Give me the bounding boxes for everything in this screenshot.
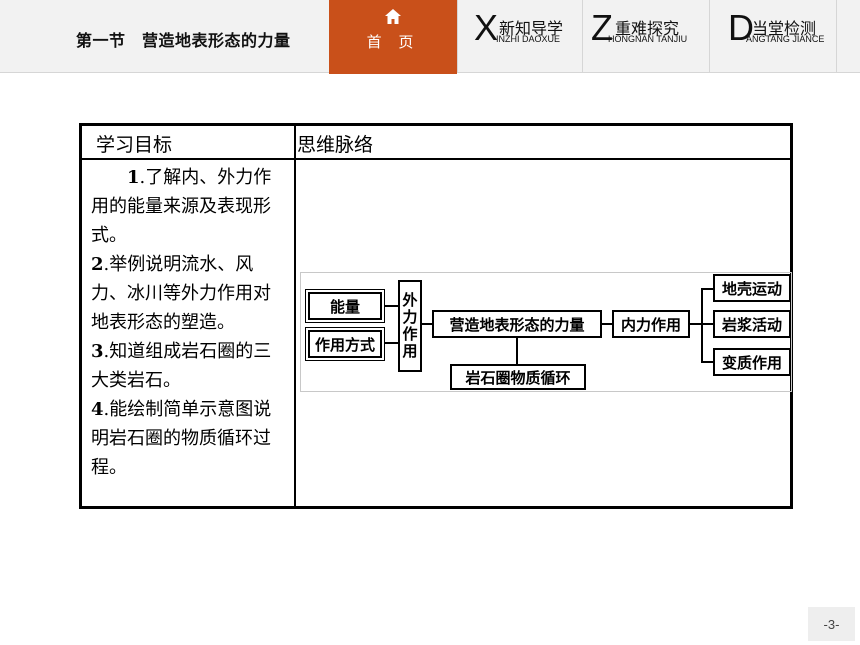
- node-crust-movement: 地壳运动: [713, 274, 791, 302]
- home-icon: [385, 9, 401, 24]
- tab-pinyin: HONGNAN TANJIU: [608, 34, 688, 44]
- objectives-header: 学习目标: [96, 134, 173, 156]
- tab-pinyin: ANGTANG JIANCE: [746, 34, 825, 44]
- home-button[interactable]: 首 页: [329, 0, 457, 74]
- node-metamorphism: 变质作用: [713, 348, 791, 376]
- node-external-force: 外力作用: [398, 280, 422, 372]
- objectives-table: 学习目标 思维脉络 1.了解内、外力作用的能量来源及表现形式。 2.举例说明流水…: [79, 123, 793, 509]
- connector-line: [701, 288, 703, 362]
- tab-zhongnan-tanjiu[interactable]: Z 重难探究 HONGNAN TANJIU: [582, 0, 709, 72]
- home-label: 首 页: [366, 33, 420, 51]
- mindmap-header: 思维脉络: [297, 134, 374, 156]
- tab-pinyin: INZHI DAOXUE: [496, 34, 561, 44]
- objective-item: 4.能绘制简单示意图说明岩石圈的物质循环过程。: [91, 399, 272, 478]
- node-rock-cycle: 岩石圈物质循环: [450, 364, 586, 390]
- connector-line: [422, 323, 432, 325]
- node-energy: 能量: [305, 289, 385, 323]
- node-internal-force: 内力作用: [612, 310, 690, 338]
- objective-item: 3.知道组成岩石圈的三大类岩石。: [91, 341, 272, 391]
- lesson-title: 第一节 营造地表形态的力量: [76, 31, 291, 50]
- objectives-list: 1.了解内、外力作用的能量来源及表现形式。 2.举例说明流水、风力、冰川等外力作…: [91, 163, 286, 482]
- connector-line: [384, 305, 398, 307]
- node-mode: 作用方式: [305, 327, 385, 361]
- mindmap-diagram: 能量 作用方式 外力作用 营造地表形态的力量 内力作用 地壳运动 岩浆活动 变质…: [300, 272, 792, 392]
- header-bar: 第一节 营造地表形态的力量 首 页 X 新知导学 INZHI DAOXUE Z …: [0, 0, 860, 74]
- page-number: -3-: [808, 607, 855, 641]
- header-divider: [836, 0, 837, 72]
- connector-line: [701, 323, 713, 325]
- connector-line: [384, 342, 398, 344]
- tab-letter: X: [474, 7, 499, 48]
- tab-dangtang-jiance[interactable]: D 当堂检测 ANGTANG JIANCE: [709, 0, 837, 72]
- connector-line: [602, 323, 612, 325]
- node-magma-activity: 岩浆活动: [713, 310, 791, 338]
- column-divider: [294, 126, 296, 506]
- header-row-divider: [82, 158, 790, 160]
- connector-line: [701, 288, 713, 290]
- connector-line: [516, 338, 518, 364]
- connector-line: [701, 361, 713, 363]
- objective-item: 2.举例说明流水、风力、冰川等外力作用对地表形态的塑造。: [91, 254, 271, 333]
- objective-item: 1.了解内、外力作用的能量来源及表现形式。: [91, 167, 272, 246]
- tab-xinzhi-daoxue[interactable]: X 新知导学 INZHI DAOXUE: [457, 0, 582, 72]
- node-center: 营造地表形态的力量: [432, 310, 602, 338]
